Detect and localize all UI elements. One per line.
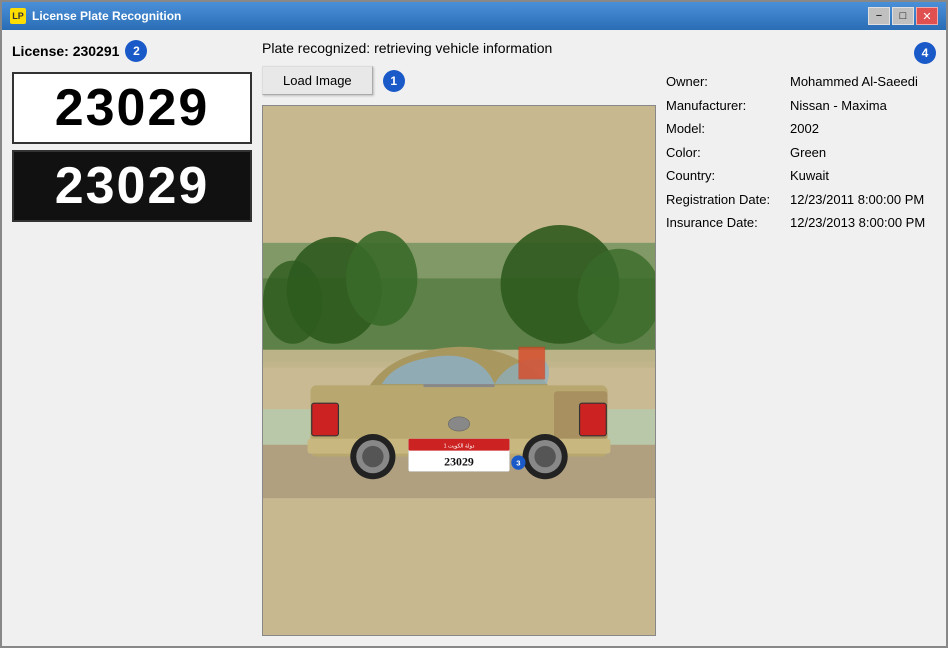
ins-date-value: 12/23/2013 8:00:00 PM [790,213,925,233]
content-area: License: 230291 2 23029 23029 Plate reco… [2,30,946,646]
car-svg: دولة الكويت 1 23029 3 [263,106,655,635]
svg-text:3: 3 [516,459,521,468]
info-header: 4 [666,42,936,64]
country-value: Kuwait [790,166,829,186]
model-label: Model: [666,119,786,139]
manufacturer-label: Manufacturer: [666,96,786,116]
info-badge: 4 [914,42,936,64]
reg-date-label: Registration Date: [666,190,786,210]
license-header: License: 230291 2 [12,40,252,62]
owner-value: Mohammed Al-Saeedi [790,72,918,92]
title-bar-buttons: − □ ✕ [868,7,938,25]
title-bar: LP License Plate Recognition − □ ✕ [2,2,946,30]
model-value: 2002 [790,119,819,139]
color-label: Color: [666,143,786,163]
window-icon: LP [10,8,26,24]
load-row: Load Image 1 [262,66,656,95]
owner-label: Owner: [666,72,786,92]
manufacturer-row: Manufacturer: Nissan - Maxima [666,96,936,116]
ins-date-row: Insurance Date: 12/23/2013 8:00:00 PM [666,213,936,233]
owner-row: Owner: Mohammed Al-Saeedi [666,72,936,92]
status-text: Plate recognized: retrieving vehicle inf… [262,40,552,56]
model-row: Model: 2002 [666,119,936,139]
license-badge: 2 [125,40,147,62]
maximize-button[interactable]: □ [892,7,914,25]
close-button[interactable]: ✕ [916,7,938,25]
svg-text:دولة الكويت 1: دولة الكويت 1 [444,444,475,450]
country-row: Country: Kuwait [666,166,936,186]
window-title: License Plate Recognition [32,9,868,23]
left-panel: License: 230291 2 23029 23029 [12,40,252,636]
car-image-area: دولة الكويت 1 23029 3 [262,105,656,636]
country-label: Country: [666,166,786,186]
load-badge: 1 [383,70,405,92]
reg-date-value: 12/23/2011 8:00:00 PM [790,190,924,210]
load-image-button[interactable]: Load Image [262,66,373,95]
status-row: Plate recognized: retrieving vehicle inf… [262,40,656,56]
plate-display-black: 23029 [12,150,252,222]
plate-number-white: 23029 [22,82,242,134]
ins-date-label: Insurance Date: [666,213,786,233]
plate-number-black: 23029 [22,160,242,212]
minimize-button[interactable]: − [868,7,890,25]
license-label: License: 230291 [12,43,119,59]
right-panel: 4 Owner: Mohammed Al-Saeedi Manufacturer… [666,40,936,636]
svg-text:23029: 23029 [444,455,474,469]
manufacturer-value: Nissan - Maxima [790,96,887,116]
color-row: Color: Green [666,143,936,163]
reg-date-row: Registration Date: 12/23/2011 8:00:00 PM [666,190,936,210]
main-window: LP License Plate Recognition − □ ✕ Licen… [0,0,948,648]
color-value: Green [790,143,826,163]
middle-panel: Plate recognized: retrieving vehicle inf… [262,40,656,636]
plate-display-white: 23029 [12,72,252,144]
